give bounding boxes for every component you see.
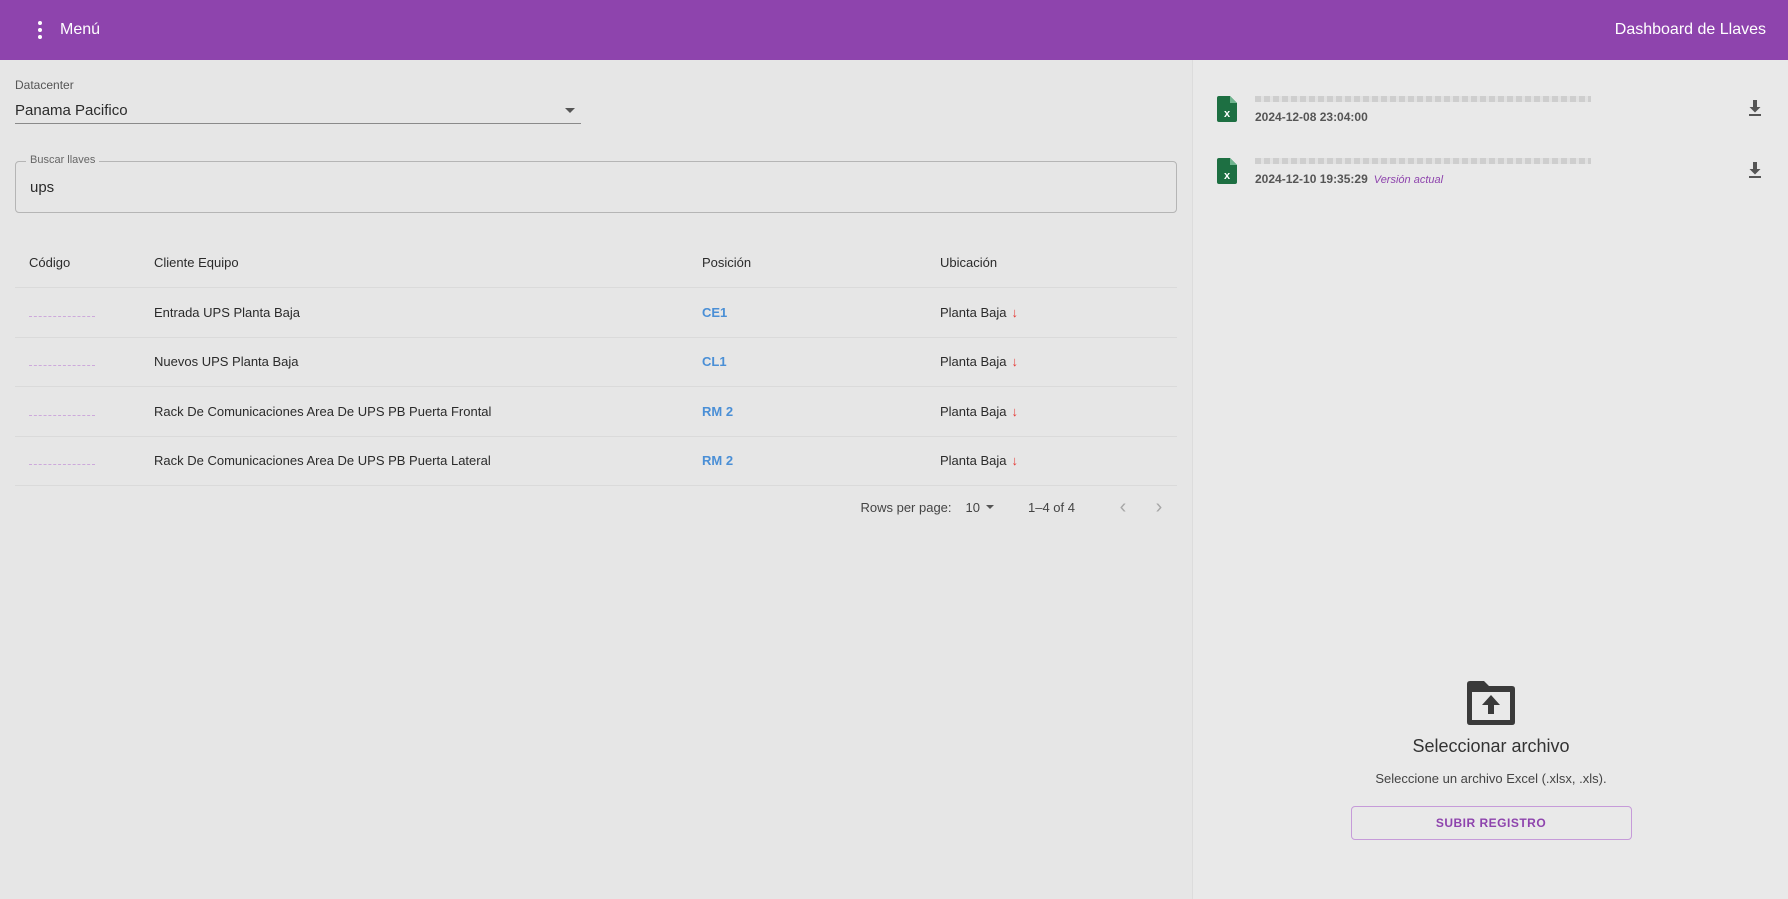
posicion-link[interactable]: CL1 — [702, 354, 727, 369]
upload-title: Seleccionar archivo — [1412, 736, 1570, 756]
datacenter-select-field[interactable]: Panama Pacifico — [15, 98, 581, 124]
rows-per-page-label: Rows per page: — [860, 499, 952, 515]
posicion-link[interactable]: RM 2 — [702, 453, 733, 468]
header-codigo[interactable]: Código — [15, 255, 154, 270]
keys-table: Código Cliente Equipo Posición Ubicación… — [15, 238, 1177, 486]
search-input[interactable] — [28, 174, 1158, 200]
ubicacion-text: Planta Baja — [940, 304, 1007, 320]
next-page-button[interactable]: › — [1141, 489, 1177, 525]
app-title: Dashboard de Llaves — [1614, 21, 1766, 38]
download-icon[interactable] — [1745, 98, 1765, 118]
download-icon[interactable] — [1745, 160, 1765, 180]
rows-per-page-select[interactable]: 10 — [966, 500, 994, 515]
search-label: Buscar llaves — [26, 154, 100, 166]
ubicacion-cell: Planta Baja ↓ — [940, 305, 1177, 320]
redacted-code — [29, 459, 95, 466]
cliente-cell: Entrada UPS Planta Baja — [154, 304, 300, 320]
menu-label: Menú — [60, 21, 101, 38]
previous-page-button[interactable]: ‹ — [1105, 489, 1141, 525]
svg-text:x: x — [1224, 108, 1231, 120]
main-panel: Datacenter Panama Pacifico Buscar llaves… — [0, 60, 1192, 899]
cliente-cell: Rack De Comunicaciones Area De UPS PB Pu… — [154, 403, 492, 419]
upload-area: Seleccionar archivo Seleccione un archiv… — [1193, 680, 1788, 840]
ubicacion-cell: Planta Baja ↓ — [940, 404, 1177, 419]
table-pagination: Rows per page: 10 1–4 of 4 ‹ › — [15, 487, 1177, 527]
upload-description: Seleccione un archivo Excel (.xlsx, .xls… — [1375, 771, 1607, 786]
cliente-cell: Rack De Comunicaciones Area De UPS PB Pu… — [154, 453, 491, 469]
table-row[interactable]: Rack De Comunicaciones Area De UPS PB Pu… — [15, 387, 1177, 437]
redacted-file-name — [1255, 96, 1591, 102]
rows-per-page-value: 10 — [965, 499, 980, 515]
ubicacion-text: Planta Baja — [940, 453, 1007, 469]
code-cell — [15, 305, 154, 320]
posicion-link[interactable]: CE1 — [702, 305, 727, 320]
current-version-badge: Versión actual — [1373, 174, 1444, 186]
files-panel: x 2024-12-08 23:04:00 x 2024-12-10 19:35… — [1192, 60, 1788, 899]
code-cell — [15, 354, 154, 369]
ubicacion-cell: Planta Baja ↓ — [940, 453, 1177, 468]
ubicacion-text: Planta Baja — [940, 354, 1007, 370]
menu-button[interactable]: Menú — [32, 21, 100, 39]
file-item: x 2024-12-10 19:35:29 Versión actual — [1217, 158, 1765, 198]
svg-text:x: x — [1224, 170, 1231, 182]
datacenter-label: Datacenter — [15, 78, 74, 92]
file-date-text: 2024-12-08 23:04:00 — [1255, 110, 1368, 124]
app-bar: Menú Dashboard de Llaves — [0, 0, 1788, 60]
posicion-link[interactable]: RM 2 — [702, 404, 733, 419]
datacenter-value: Panama Pacifico — [15, 102, 128, 119]
header-ubicacion[interactable]: Ubicación — [940, 255, 1177, 270]
table-header: Código Cliente Equipo Posición Ubicación — [15, 238, 1177, 288]
more-vert-icon — [32, 21, 48, 39]
arrow-down-icon: ↓ — [1011, 453, 1019, 469]
table-row[interactable]: Rack De Comunicaciones Area De UPS PB Pu… — [15, 437, 1177, 486]
cliente-cell: Nuevos UPS Planta Baja — [154, 354, 299, 370]
ubicacion-cell: Planta Baja ↓ — [940, 354, 1177, 369]
pagination-range: 1–4 of 4 — [1028, 499, 1075, 515]
excel-file-icon: x — [1217, 158, 1237, 184]
header-cliente-equipo[interactable]: Cliente Equipo — [154, 255, 702, 270]
redacted-code — [29, 311, 95, 317]
folder-upload-icon[interactable] — [1464, 680, 1518, 726]
file-date: 2024-12-08 23:04:00 — [1255, 110, 1368, 124]
arrow-down-icon: ↓ — [1011, 304, 1019, 320]
ubicacion-text: Planta Baja — [940, 403, 1007, 419]
upload-button[interactable]: SUBIR REGISTRO — [1350, 806, 1632, 840]
file-item: x 2024-12-08 23:04:00 — [1217, 96, 1765, 136]
code-cell — [15, 404, 154, 419]
redacted-code — [29, 410, 95, 416]
file-date-text: 2024-12-10 19:35:29 — [1255, 172, 1368, 186]
table-row[interactable]: Entrada UPS Planta Baja CE1 Planta Baja … — [15, 288, 1177, 338]
redacted-file-name — [1255, 158, 1591, 164]
chevron-down-icon — [565, 108, 575, 113]
table-row[interactable]: Nuevos UPS Planta Baja CL1 Planta Baja ↓ — [15, 338, 1177, 387]
datacenter-select: Datacenter Panama Pacifico — [15, 78, 581, 124]
arrow-down-icon: ↓ — [1011, 403, 1019, 419]
chevron-down-icon — [986, 505, 994, 509]
excel-file-icon: x — [1217, 96, 1237, 122]
search-field: Buscar llaves — [15, 154, 1177, 213]
file-date: 2024-12-10 19:35:29 Versión actual — [1255, 172, 1443, 186]
arrow-down-icon: ↓ — [1011, 354, 1019, 370]
header-posicion[interactable]: Posición — [702, 255, 940, 270]
code-cell — [15, 453, 154, 468]
redacted-code — [29, 360, 95, 367]
